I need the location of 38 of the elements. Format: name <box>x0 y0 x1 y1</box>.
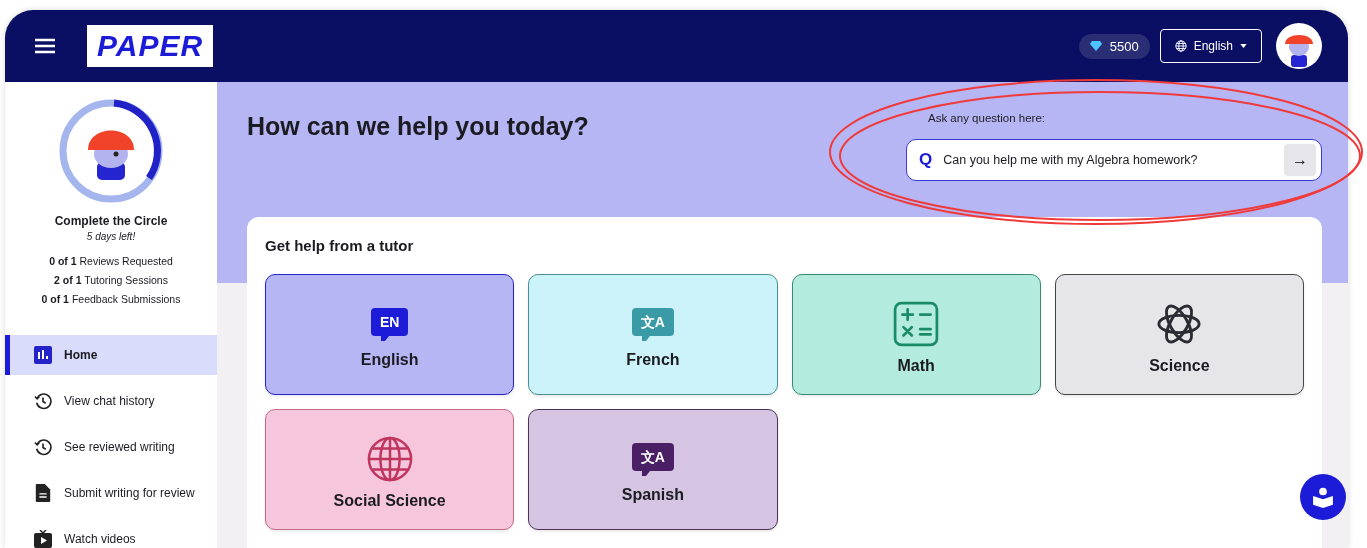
chat-help-button[interactable] <box>1300 474 1346 520</box>
ask-label: Ask any question here: <box>928 112 1046 124</box>
chart-icon <box>34 346 52 364</box>
caret-icon <box>1240 44 1247 48</box>
subject-tile[interactable]: Science <box>1054 274 1304 395</box>
menu-icon[interactable] <box>35 38 55 54</box>
subject-tile[interactable]: 文A Spanish <box>528 409 778 530</box>
page-heading: How can we help you today? <box>247 112 589 142</box>
language-dropdown[interactable]: English <box>1159 29 1262 63</box>
q-icon: Q <box>919 150 933 170</box>
history-icon <box>34 392 52 410</box>
nav-item[interactable]: Home <box>5 335 217 375</box>
nav-item[interactable]: View chat history <box>5 381 217 421</box>
challenge-stat: 0 of 1 Feedback Submissions <box>41 293 181 305</box>
challenge-stat: 0 of 1 Reviews Requested <box>49 255 173 267</box>
question-field[interactable]: Q Can you help me with my Algebra homework? → <box>906 139 1322 181</box>
globe-icon <box>366 436 413 482</box>
document-icon <box>34 484 52 502</box>
nav-item[interactable]: See reviewed writing <box>5 427 217 467</box>
avatar-drawing[interactable] <box>1276 23 1322 69</box>
subject-tile[interactable]: EN English <box>265 274 515 395</box>
nav-item[interactable]: Watch videos <box>5 519 217 548</box>
nav-item[interactable]: Submit writing for review <box>5 473 217 513</box>
calculator-icon <box>893 301 940 347</box>
days-left: 5 days left! <box>86 231 136 242</box>
gem-count: 5500 <box>1109 38 1139 54</box>
diamond-icon <box>1089 41 1102 51</box>
challenge-title: Complete the Circle <box>54 214 168 228</box>
globe-icon <box>1174 40 1187 52</box>
card-title: Get help from a tutor <box>265 237 415 254</box>
challenge-stat: 2 of 1 Tutoring Sessions <box>54 274 168 286</box>
subject-tile[interactable]: Math <box>791 274 1041 395</box>
submit-button[interactable]: → <box>1284 144 1316 176</box>
subject-tile[interactable]: Social Science <box>265 409 515 530</box>
reader-icon <box>1312 486 1334 508</box>
logo[interactable]: PAPER <box>87 25 214 67</box>
history-icon <box>34 438 52 456</box>
subject-tile[interactable]: 文A French <box>528 274 778 395</box>
